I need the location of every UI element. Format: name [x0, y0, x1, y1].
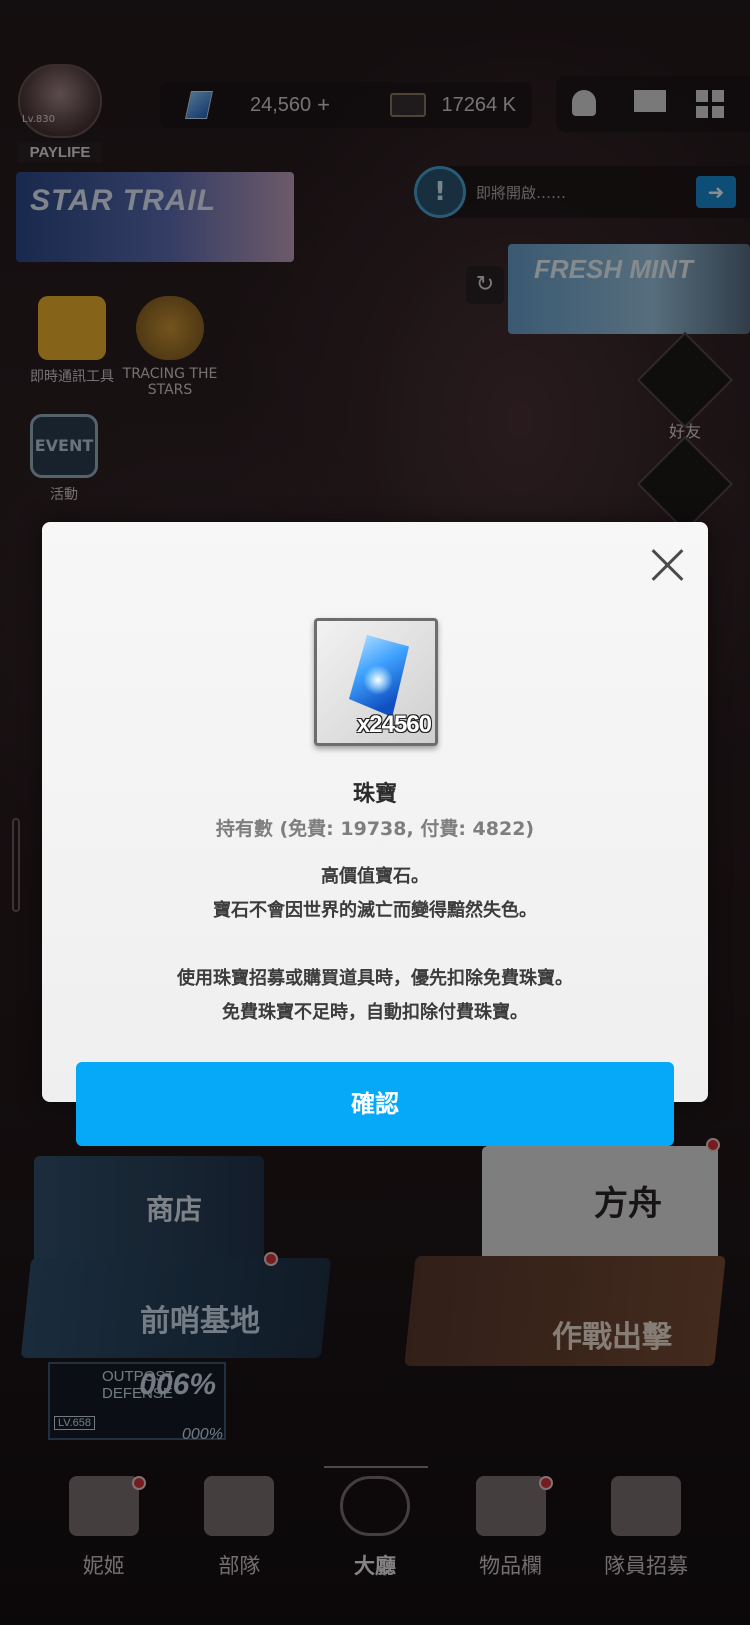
gem-item-card: x24560: [314, 618, 438, 746]
item-description-4: 免費珠寶不足時，自動扣除付費珠寶。: [222, 1002, 528, 1023]
item-description-3: 使用珠寶招募或購買道具時，優先扣除免費珠寶。: [177, 968, 573, 989]
item-description-2: 寶石不會因世界的滅亡而變得黯然失色。: [213, 900, 537, 921]
confirm-button[interactable]: 確認: [76, 1062, 674, 1146]
item-owned-count: 持有數 (免費: 19738, 付費: 4822): [215, 818, 535, 840]
item-quantity: x24560: [356, 711, 432, 738]
item-description-1: 高價值寶石。: [321, 866, 429, 887]
item-name: 珠寶: [352, 782, 397, 807]
gem-shine: [363, 665, 393, 695]
close-icon[interactable]: [648, 544, 688, 584]
